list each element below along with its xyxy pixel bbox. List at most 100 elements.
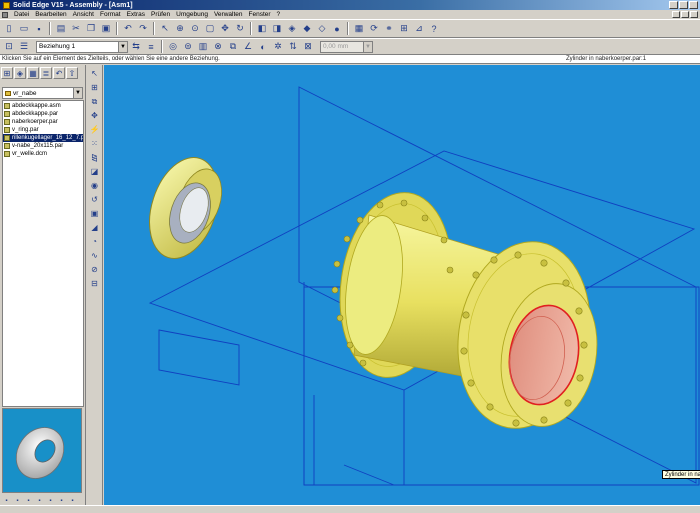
menu-pruefen[interactable]: Prüfen bbox=[151, 11, 170, 18]
paste-icon[interactable]: ▣ bbox=[99, 22, 113, 36]
v-ring-part[interactable] bbox=[137, 149, 230, 268]
new-icon[interactable]: ▯ bbox=[2, 22, 16, 36]
status-icon-1[interactable]: ▪ bbox=[2, 496, 11, 505]
copy-icon[interactable]: ❐ bbox=[84, 22, 98, 36]
pan-icon[interactable]: ✥ bbox=[218, 22, 232, 36]
assemble-icon[interactable]: ⊡ bbox=[2, 40, 16, 54]
wireframe-icon[interactable]: ◇ bbox=[315, 22, 329, 36]
link-icon[interactable]: ⚭ bbox=[382, 22, 396, 36]
status-icon-7[interactable]: ▪ bbox=[68, 496, 77, 505]
maximize-button[interactable] bbox=[679, 1, 688, 9]
pattern-icon[interactable]: ⁙ bbox=[89, 137, 101, 150]
redo-icon[interactable]: ↷ bbox=[136, 22, 150, 36]
wire-icon[interactable]: ∿ bbox=[89, 249, 101, 262]
list-item[interactable]: v-nabe_20x115.par bbox=[3, 142, 83, 150]
view-top-icon[interactable]: ◨ bbox=[270, 22, 284, 36]
status-icon-4[interactable]: ▪ bbox=[35, 496, 44, 505]
flip-icon[interactable]: ⇅ bbox=[286, 40, 300, 54]
up-folder-icon[interactable]: ⇧ bbox=[66, 67, 78, 79]
clip-icon[interactable]: ⊞ bbox=[397, 22, 411, 36]
zoom-area-icon[interactable]: ⊕ bbox=[173, 22, 187, 36]
chevron-down-icon[interactable]: ▼ bbox=[73, 88, 82, 98]
measure-icon[interactable]: ⊿ bbox=[412, 22, 426, 36]
chamfer-icon[interactable]: ◢ bbox=[89, 221, 101, 234]
gear-icon[interactable]: ✲ bbox=[271, 40, 285, 54]
options-icon[interactable]: ☰ bbox=[17, 40, 31, 54]
move-part-icon[interactable]: ✥ bbox=[89, 109, 101, 122]
relationship-combo[interactable]: Beziehung 1 ▼ bbox=[36, 40, 128, 53]
refresh-icon[interactable]: ⟳ bbox=[367, 22, 381, 36]
revolve-icon[interactable]: ↺ bbox=[89, 193, 101, 206]
doc-minimize-button[interactable] bbox=[672, 11, 680, 18]
display-icon[interactable]: ▦ bbox=[352, 22, 366, 36]
flash-fit-icon[interactable]: ⚡ bbox=[89, 123, 101, 136]
menu-fenster[interactable]: Fenster bbox=[249, 11, 271, 18]
offset-combo[interactable]: 0,00 mm ▼ bbox=[320, 40, 373, 53]
shaded-icon[interactable]: ◆ bbox=[300, 22, 314, 36]
folder-combo[interactable]: vr_nabe ▼ bbox=[2, 87, 83, 99]
planar-align-icon[interactable]: ▥ bbox=[196, 40, 210, 54]
assembly-graphics[interactable] bbox=[104, 65, 700, 505]
doc-close-button[interactable] bbox=[690, 11, 698, 18]
list-item[interactable]: vr_welle.dcm bbox=[3, 150, 83, 158]
sphere-icon[interactable]: ● bbox=[330, 22, 344, 36]
align-icon[interactable]: ≡ bbox=[144, 40, 158, 54]
insert-icon[interactable]: ⊗ bbox=[211, 40, 225, 54]
layers-icon[interactable]: ≣ bbox=[40, 67, 52, 79]
list-item[interactable]: naberkoerper.par bbox=[3, 118, 83, 126]
status-icon-6[interactable]: ▪ bbox=[57, 496, 66, 505]
parts-library-icon[interactable]: ▦ bbox=[27, 67, 39, 79]
list-item[interactable]: rillenkugellager_16_12_7.par bbox=[3, 134, 83, 142]
menu-verwalten[interactable]: Verwalten bbox=[214, 11, 243, 18]
axial-align-icon[interactable]: ⊜ bbox=[181, 40, 195, 54]
list-item[interactable]: abdeckkappe.par bbox=[3, 110, 83, 118]
list-item[interactable]: v_ring.par bbox=[3, 126, 83, 134]
chevron-down-icon[interactable]: ▼ bbox=[118, 41, 127, 52]
menu-format[interactable]: Format bbox=[100, 11, 121, 18]
menu-ansicht[interactable]: Ansicht bbox=[73, 11, 94, 18]
view-iso-icon[interactable]: ◈ bbox=[285, 22, 299, 36]
status-icon-2[interactable]: ▪ bbox=[13, 496, 22, 505]
rotate-icon[interactable]: ↻ bbox=[233, 22, 247, 36]
connect-icon[interactable]: ⧉ bbox=[226, 40, 240, 54]
status-icon-3[interactable]: ▪ bbox=[24, 496, 33, 505]
print-icon[interactable]: ▤ bbox=[54, 22, 68, 36]
zoom-icon[interactable]: ⊙ bbox=[188, 22, 202, 36]
cut-feature-icon[interactable]: ◪ bbox=[89, 165, 101, 178]
place-part-icon[interactable]: ⊞ bbox=[89, 81, 101, 94]
open-icon[interactable]: ▭ bbox=[17, 22, 31, 36]
pathfinder-icon[interactable]: ⊞ bbox=[1, 67, 13, 79]
save-icon[interactable]: ▪ bbox=[32, 22, 46, 36]
menu-help[interactable]: ? bbox=[277, 11, 281, 18]
select-icon[interactable]: ↖ bbox=[158, 22, 172, 36]
mirror-icon[interactable]: ⧎ bbox=[89, 151, 101, 164]
doc-restore-button[interactable] bbox=[681, 11, 689, 18]
status-icon-5[interactable]: ▪ bbox=[46, 496, 55, 505]
menu-bearbeiten[interactable]: Bearbeiten bbox=[35, 11, 66, 18]
menu-extras[interactable]: Extras bbox=[127, 11, 145, 18]
mate-icon[interactable]: ⇆ bbox=[129, 40, 143, 54]
view-front-icon[interactable]: ◧ bbox=[255, 22, 269, 36]
chevron-down-icon[interactable]: ▼ bbox=[363, 41, 372, 52]
undo-icon[interactable]: ↶ bbox=[121, 22, 135, 36]
cut-icon[interactable]: ✂ bbox=[69, 22, 83, 36]
select-tool-icon[interactable]: ↖ bbox=[89, 67, 101, 80]
minimize-button[interactable] bbox=[669, 1, 678, 9]
menu-umgebung[interactable]: Umgebung bbox=[176, 11, 208, 18]
hub-assembly[interactable] bbox=[329, 185, 608, 439]
protrusion-icon[interactable]: ▣ bbox=[89, 207, 101, 220]
menu-datei[interactable]: Datei bbox=[14, 11, 29, 18]
3d-viewport[interactable]: Zylinder in naberkoerper.par:1 bbox=[104, 65, 700, 505]
hole-icon[interactable]: ◉ bbox=[89, 179, 101, 192]
assemble-tool-icon[interactable]: ⧉ bbox=[89, 95, 101, 108]
fit-icon[interactable]: ▢ bbox=[203, 22, 217, 36]
round-icon[interactable]: ◔ bbox=[89, 235, 101, 248]
lock-icon[interactable]: ⊠ bbox=[301, 40, 315, 54]
frame-icon[interactable]: ⊟ bbox=[89, 277, 101, 290]
tube-icon[interactable]: ⊘ bbox=[89, 263, 101, 276]
document-icon[interactable] bbox=[2, 11, 8, 18]
tangent-icon[interactable]: ◐ bbox=[256, 40, 270, 54]
close-button[interactable] bbox=[689, 1, 698, 9]
back-icon[interactable]: ↶ bbox=[53, 67, 65, 79]
help-pointer-icon[interactable]: ? bbox=[427, 22, 441, 36]
